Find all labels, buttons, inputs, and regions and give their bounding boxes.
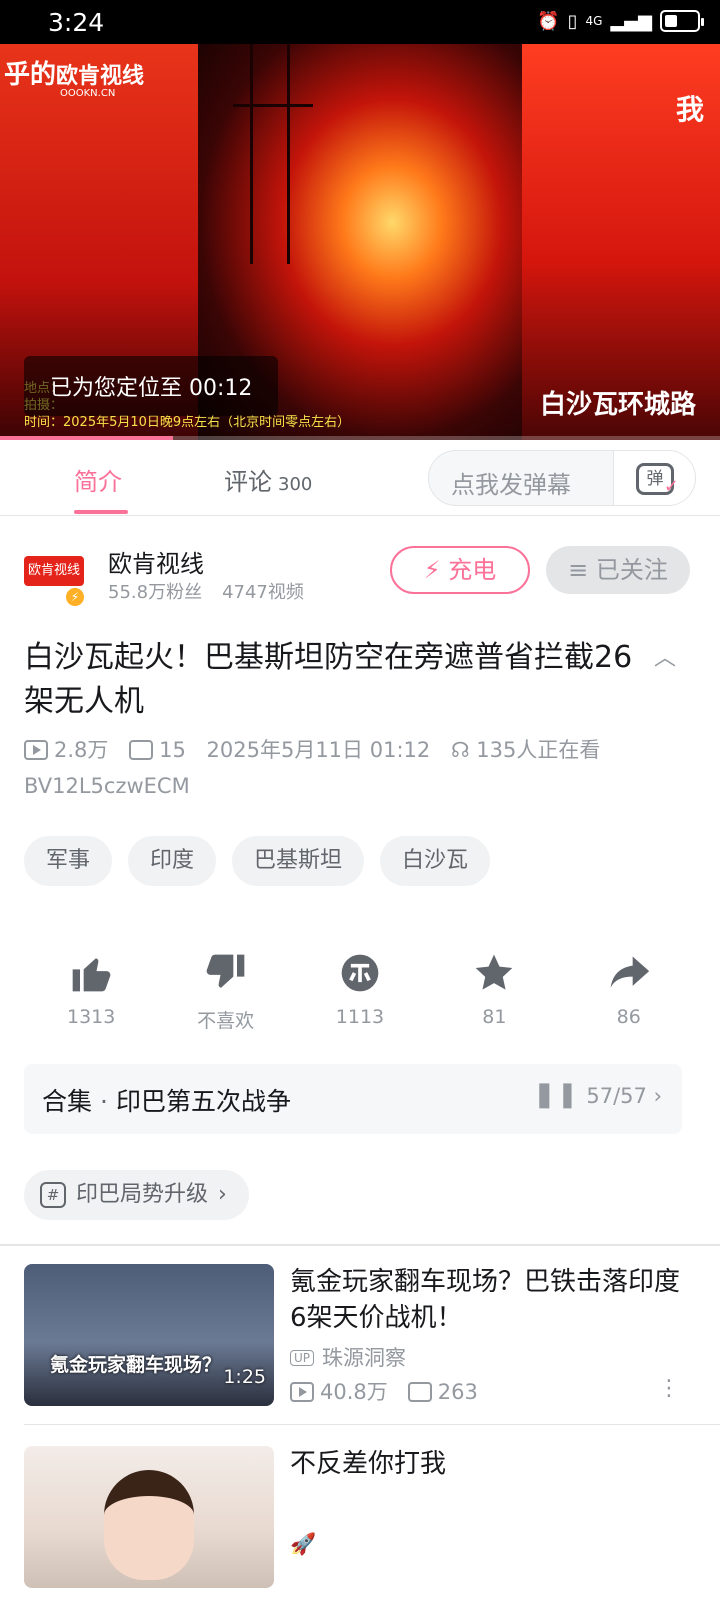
tab-intro[interactable]: 简介 <box>74 462 122 497</box>
tab-bar: 简介 评论 300 点我发弹幕 弹 ✓ <box>0 440 720 516</box>
danmaku-tv-icon: 弹 ✓ <box>636 463 679 497</box>
danmaku-toggle-button[interactable]: 弹 ✓ <box>613 451 695 505</box>
tag-list: 军事 印度 巴基斯坦 白沙瓦 <box>24 836 491 886</box>
video-title: 白沙瓦起火！巴基斯坦防空在旁遮普省拦截26架无人机 <box>24 640 633 719</box>
share-icon <box>610 956 649 988</box>
avatar-logo: 欧肯视线 <box>24 556 84 586</box>
watching-icon: ☊ <box>450 738 470 762</box>
watching-count: 135人正在看 <box>476 738 601 762</box>
video-player[interactable]: 乎的欧肯视线 OOOKN.CN 我 地点： 拍摄： 时间：2025年5月10日晚… <box>0 44 720 440</box>
charge-button[interactable]: ⚡ 充电 <box>390 546 530 594</box>
recommended-stats: 40.8万 263 <box>290 1376 478 1406</box>
status-time: 3:24 <box>48 8 105 37</box>
uploader-name[interactable]: 欧肯视线 <box>108 544 204 579</box>
seek-toast: 已为您定位至 00:12 <box>24 356 279 416</box>
thumbnail-person <box>104 1470 194 1580</box>
recommended-video-card[interactable]: 氪金玩家翻车现场？ 1:25 氪金玩家翻车现场？巴铁击落印度6架天价战机！ UP… <box>24 1264 696 1406</box>
tower-silhouette <box>233 44 313 264</box>
video-duration: 1:25 <box>223 1366 266 1388</box>
video-street-label: 白沙瓦环城路 <box>539 390 696 420</box>
section-divider <box>0 1244 720 1246</box>
status-bar: 3:24 ⏰ ▯ 4G ▂▄▆ <box>0 0 720 44</box>
uploader-row: 欧肯视线 ⚡ 欧肯视线 55.8万粉丝 4747视频 ⚡ 充电 ≡ 已关注 <box>0 530 720 620</box>
thumbs-down-icon <box>206 954 244 988</box>
action-bar: 1313 不喜欢 1113 81 86 <box>24 948 696 1038</box>
avatar[interactable]: 欧肯视线 ⚡ <box>24 548 86 608</box>
battery-icon <box>660 10 704 32</box>
danmaku-count-icon <box>129 740 154 760</box>
fans-count: 55.8万粉丝 <box>108 582 203 603</box>
like-button[interactable]: 1313 <box>36 948 146 1038</box>
tag-chip[interactable]: 巴基斯坦 <box>232 836 365 886</box>
follow-button[interactable]: ≡ 已关注 <box>546 546 690 594</box>
video-meta: 2.8万 15 2025年5月11日 01:12 ☊ 135人正在看 BV12L… <box>24 732 704 804</box>
share-button[interactable]: 86 <box>574 948 684 1038</box>
recommended-title[interactable]: 不反差你打我 <box>290 1446 690 1482</box>
danmaku-input[interactable]: 点我发弹幕 弹 ✓ <box>428 450 696 506</box>
video-watermark: 乎的欧肯视线 <box>4 60 145 90</box>
video-thumbnail[interactable] <box>24 1446 274 1588</box>
chevron-right-icon: › <box>653 1084 662 1108</box>
alarm-icon: ⏰ <box>537 10 560 32</box>
collection-title: 合集 · 印巴第五次战争 <box>42 1087 291 1116</box>
topic-label: 印巴局势升级 <box>76 1182 209 1207</box>
verified-badge-icon: ⚡ <box>64 586 86 608</box>
thumbnail-text: 氪金玩家翻车现场？ <box>50 1354 222 1376</box>
lightning-icon: ⚡ <box>423 556 441 584</box>
danmaku-count: 15 <box>159 738 186 762</box>
up-badge-icon: UP <box>290 1350 315 1366</box>
more-options-icon[interactable]: ⋮ <box>658 1376 680 1401</box>
play-count-icon <box>24 740 48 760</box>
favorite-button[interactable]: 81 <box>439 948 549 1038</box>
uploader-meta: 55.8万粉丝 4747视频 <box>108 578 324 604</box>
chevron-up-icon[interactable]: ︿ <box>654 640 676 672</box>
tag-chip[interactable]: 军事 <box>24 836 113 886</box>
dislike-button[interactable]: 不喜欢 <box>171 948 281 1038</box>
view-count: 2.8万 <box>54 738 109 762</box>
menu-icon: ≡ <box>568 556 589 584</box>
play-count-icon <box>290 1382 314 1402</box>
publish-date: 2025年5月11日 01:12 <box>206 738 431 762</box>
playlist-icon: ▐▏▌ <box>531 1084 580 1108</box>
status-icons: ⏰ ▯ 4G ▂▄▆ <box>537 10 704 32</box>
recommended-uploader: UP 珠源洞察 <box>290 1342 406 1372</box>
chevron-right-icon: › <box>218 1182 227 1207</box>
danmaku-placeholder: 点我发弹幕 <box>451 471 571 499</box>
signal-icon: ▂▄▆ <box>610 10 652 32</box>
rocket-icon: 🚀 <box>290 1532 317 1556</box>
hashtag-icon: # <box>40 1182 66 1208</box>
star-icon <box>476 954 513 990</box>
video-thumbnail[interactable]: 氪金玩家翻车现场？ 1:25 <box>24 1264 274 1406</box>
tab-indicator <box>74 510 128 514</box>
bvid: BV12L5czwECM <box>24 774 190 798</box>
collection-row[interactable]: 合集 · 印巴第五次战争 ▐▏▌ 57/57 › <box>24 1064 682 1134</box>
danmaku-count-icon <box>407 1382 432 1402</box>
video-count: 4747视频 <box>222 582 304 603</box>
topic-chip[interactable]: # 印巴局势升级 › <box>24 1170 249 1220</box>
tab-comments[interactable]: 评论 300 <box>224 462 312 497</box>
recommended-video-card[interactable]: 不反差你打我 🚀 <box>24 1446 696 1588</box>
video-watermark-site: OOOKN.CN <box>60 88 116 99</box>
card-divider <box>24 1424 720 1425</box>
vibrate-icon: ▯ <box>567 10 578 32</box>
tag-chip[interactable]: 印度 <box>128 836 217 886</box>
comments-count: 300 <box>278 474 313 495</box>
coin-icon <box>341 954 379 992</box>
video-right-text: 我 <box>675 93 704 126</box>
tag-chip[interactable]: 白沙瓦 <box>380 836 491 886</box>
collection-count: ▐▏▌ 57/57 › <box>531 1084 662 1108</box>
thumbs-up-icon <box>72 958 111 992</box>
coin-button[interactable]: 1113 <box>305 948 415 1038</box>
network-label: 4G <box>585 14 603 28</box>
recommended-title[interactable]: 氪金玩家翻车现场？巴铁击落印度6架天价战机！ <box>290 1264 690 1336</box>
